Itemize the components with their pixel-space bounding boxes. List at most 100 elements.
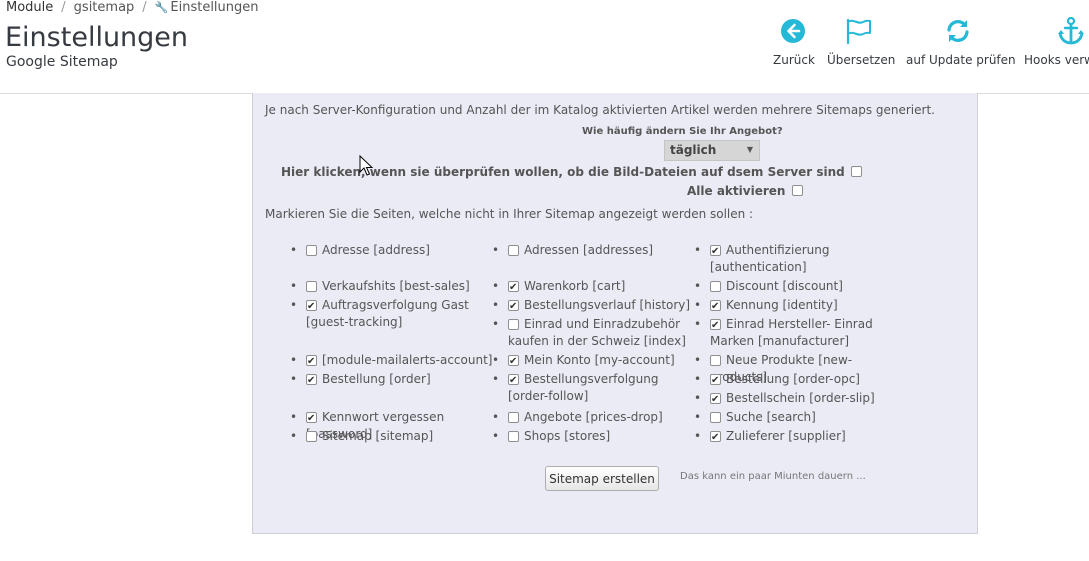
manage-hooks-button[interactable]: Hooks verw (1024, 16, 1089, 67)
bullet: • (290, 298, 298, 312)
page-label: Adresse [address] (322, 243, 430, 257)
frequency-label: Wie häufig ändern Sie Ihr Angebot? (582, 126, 783, 137)
generate-note: Das kann ein paar Miunten dauern ... (680, 471, 866, 482)
page-checkbox[interactable] (306, 372, 317, 389)
breadcrumb-separator: / (61, 0, 66, 15)
translate-button[interactable]: Übersetzen (827, 16, 895, 67)
page-label: Bestellung [order] (322, 372, 431, 386)
list-item: • Angebote [prices-drop] (492, 409, 698, 426)
list-item: • Bestellschein [order-slip] (694, 390, 900, 408)
page-label: Einrad Hersteller- Einrad Marken [manufa… (710, 317, 873, 348)
bullet: • (290, 429, 298, 443)
bullet: • (290, 372, 298, 386)
check-update-button[interactable]: auf Update prüfen (906, 16, 1016, 67)
breadcrumb-gsitemap[interactable]: gsitemap (74, 0, 135, 15)
page-checkbox[interactable] (306, 353, 317, 370)
list-item: • Bestellungsverfolgung [order-follow] (492, 371, 698, 405)
translate-label: Übersetzen (827, 53, 896, 67)
list-item: • Warenkorb [cart] (492, 278, 698, 296)
page-checkbox[interactable] (306, 298, 317, 315)
breadcrumb-modules[interactable]: Module (6, 0, 53, 15)
list-item: • [module-mailalerts-account] (290, 352, 496, 370)
mouse-cursor-icon (359, 155, 373, 176)
breadcrumb-settings: Einstellungen (170, 0, 259, 15)
back-button[interactable]: Zurück (773, 16, 815, 67)
page-checkbox[interactable] (710, 281, 721, 292)
page-checkbox[interactable] (306, 281, 317, 292)
list-item: • Verkaufshits [best-sales] (290, 278, 496, 295)
back-label: Zurück (773, 53, 815, 67)
activate-all-checkbox[interactable] (791, 185, 803, 196)
bullet: • (694, 298, 702, 312)
bullet: • (492, 410, 500, 424)
page-checkbox[interactable] (508, 431, 519, 442)
page-checkbox[interactable] (508, 279, 519, 296)
page-label: Warenkorb [cart] (524, 279, 626, 293)
page-checkbox[interactable] (710, 391, 721, 408)
list-item: • Adressen [addresses] (492, 242, 698, 259)
list-item: • Einrad und Einradzubehör kaufen in der … (492, 316, 698, 350)
page-checkbox[interactable] (710, 372, 721, 389)
page-checkbox[interactable] (710, 317, 721, 334)
bullet: • (290, 353, 298, 367)
wrench-icon: 🔧 (154, 1, 169, 14)
list-item: • Kennung [identity] (694, 297, 900, 315)
bullet: • (492, 298, 500, 312)
list-item: • Authentifizierung [authentication] (694, 242, 900, 276)
bullet: • (694, 410, 702, 424)
page-header: Module / gsitemap / 🔧 Einstellungen Einstellu… (0, 0, 1089, 94)
bullet: • (492, 429, 500, 443)
page-label: Suche [search] (726, 410, 816, 424)
list-item: • Bestellung [order-opc] (694, 371, 900, 389)
list-item: • Suche [search] (694, 409, 900, 426)
page-checkbox[interactable] (508, 372, 519, 389)
page-checkbox[interactable] (710, 429, 721, 446)
page-title: Einstellungen (5, 22, 189, 53)
page-checkbox[interactable] (508, 298, 519, 315)
bullet: • (694, 372, 702, 386)
generate-sitemap-button[interactable]: Sitemap erstellen (545, 466, 659, 491)
refresh-icon (906, 16, 1010, 46)
page-label: Kennung [identity] (726, 298, 838, 312)
page-checkbox[interactable] (508, 245, 519, 256)
list-item: • Mein Konto [my-account] (492, 352, 698, 370)
page-checkbox[interactable] (306, 245, 317, 256)
page-checkbox[interactable] (508, 319, 519, 330)
image-check-checkbox[interactable] (850, 166, 862, 177)
page-label: Adressen [addresses] (524, 243, 654, 257)
page-label: Mein Konto [my-account] (524, 353, 675, 367)
page-checkbox[interactable] (710, 243, 721, 260)
page-label: Shops [stores] (524, 429, 611, 443)
bullet: • (492, 243, 500, 257)
page-checkbox[interactable] (710, 355, 721, 366)
page-checkbox[interactable] (508, 412, 519, 423)
bullet: • (694, 429, 702, 443)
page-checkbox[interactable] (710, 298, 721, 315)
bullet: • (290, 243, 298, 257)
bullet: • (694, 353, 702, 367)
breadcrumb-separator: / (142, 0, 147, 15)
list-item: • Sitemap [sitemap] (290, 428, 496, 445)
page-checkbox[interactable] (710, 412, 721, 423)
bullet: • (694, 243, 702, 257)
info-text: Je nach Server-Konfiguration und Anzahl … (265, 103, 935, 117)
list-item: • Auftragsverfolgung Gast [guest-tracking… (290, 297, 496, 331)
bullet: • (694, 279, 702, 293)
page-checkbox[interactable] (508, 353, 519, 370)
page-label: Angebote [prices-drop] (524, 410, 663, 424)
bullet: • (694, 391, 702, 405)
list-item: • Discount [discount] (694, 278, 900, 295)
page-label: Bestellungsverlauf [history] (524, 298, 691, 312)
page-subtitle: Google Sitemap (6, 54, 118, 70)
page-checkbox[interactable] (306, 431, 317, 442)
list-item: • Bestellungsverlauf [history] (492, 297, 698, 315)
page-label: Verkaufshits [best-sales] (322, 279, 470, 293)
mark-pages-text: Markieren Sie die Seiten, welche nicht i… (265, 207, 754, 221)
activate-all-row: Alle aktivieren (687, 184, 803, 198)
page-label: Discount [discount] (726, 279, 843, 293)
frequency-select[interactable]: täglich ▼ (664, 140, 760, 161)
bullet: • (694, 317, 702, 331)
breadcrumb: Module / gsitemap / 🔧 Einstellungen (6, 0, 259, 15)
frequency-selected-value: täglich (670, 143, 717, 157)
page-checkbox[interactable] (306, 410, 317, 427)
